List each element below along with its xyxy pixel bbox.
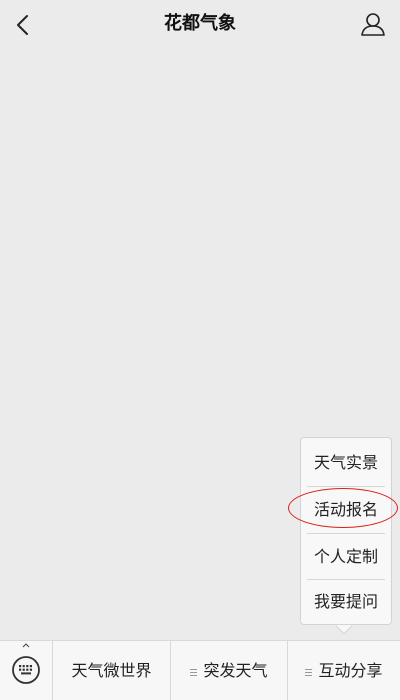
profile-button[interactable] — [360, 11, 386, 37]
tab-label: 突发天气 — [203, 661, 268, 680]
submenu-list-icon — [190, 669, 198, 676]
tab-label: 天气微世界 — [71, 661, 152, 680]
submenu-popup: 天气实景 活动报名 个人定制 我要提问 — [300, 437, 392, 625]
tab-label: 互动分享 — [318, 661, 383, 680]
top-nav-bar: 花都气象 — [0, 0, 400, 50]
wechat-account-screen: 花都气象 天气实景 活动报名 个人定制 我要提问 天气微世界 突发天气 互动分享 — [0, 0, 400, 700]
tab-sudden-weather[interactable]: 突发天气 — [171, 641, 287, 700]
tab-weather-micro-world[interactable]: 天气微世界 — [53, 641, 170, 700]
page-title: 花都气象 — [164, 13, 236, 34]
submenu-item-ask-question[interactable]: 我要提问 — [307, 579, 385, 625]
tab-interactive-share[interactable]: 互动分享 — [288, 641, 400, 700]
submenu-list-icon — [305, 669, 313, 676]
user-icon — [361, 13, 385, 36]
bottom-menu-bar: 天气微世界 突发天气 互动分享 — [0, 640, 400, 700]
keyboard-icon — [12, 643, 40, 684]
keyboard-toggle-button[interactable] — [0, 641, 52, 700]
submenu-item-event-signup[interactable]: 活动报名 — [307, 487, 385, 533]
submenu-item-personal-custom[interactable]: 个人定制 — [307, 534, 385, 580]
submenu-item-weather-photos[interactable]: 天气实景 — [307, 440, 385, 486]
